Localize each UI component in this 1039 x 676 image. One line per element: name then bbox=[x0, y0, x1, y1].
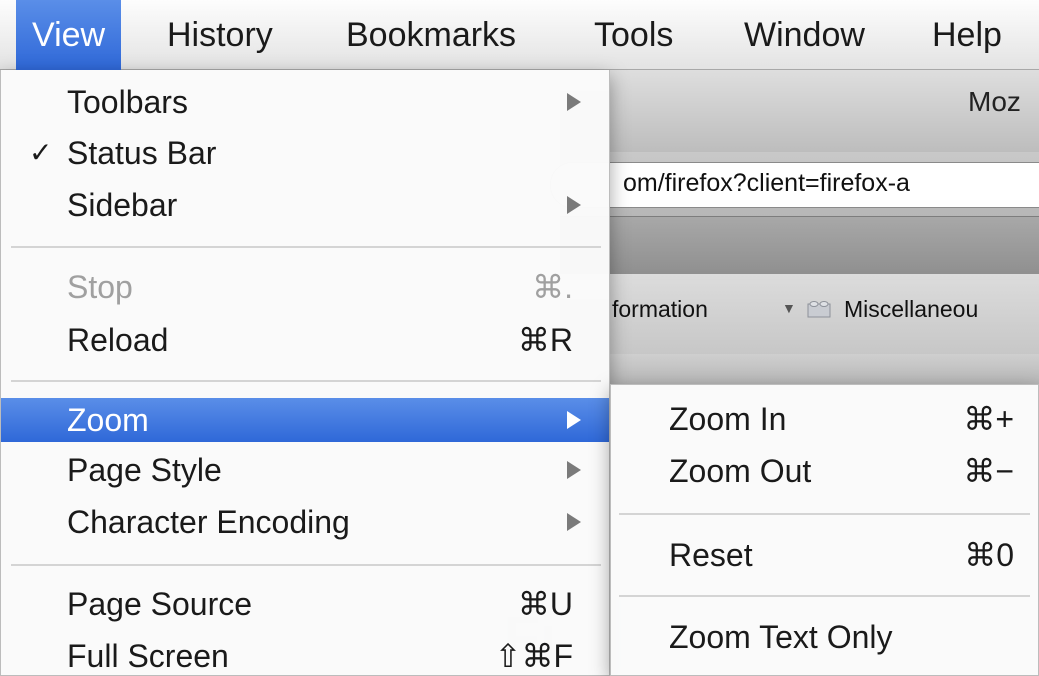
menu-item-zoom-out[interactable]: Zoom Out ⌘− bbox=[611, 451, 1038, 491]
view-menu: Toolbars ✓ Status Bar Sidebar Stop ⌘. Re… bbox=[0, 70, 610, 676]
lego-brick-icon bbox=[807, 301, 831, 318]
submenu-arrow-icon bbox=[567, 411, 581, 429]
menu-shortcut: ⌘0 bbox=[964, 537, 1014, 573]
menu-history[interactable]: History bbox=[151, 0, 289, 70]
menu-item-status-bar[interactable]: ✓ Status Bar bbox=[1, 133, 609, 173]
menu-item-label: Zoom In bbox=[669, 401, 787, 437]
checkmark-icon: ✓ bbox=[29, 137, 53, 168]
menu-item-character-encoding[interactable]: Character Encoding bbox=[1, 502, 609, 542]
menu-item-label: Zoom Text Only bbox=[669, 619, 893, 655]
menu-shortcut: ⌘− bbox=[963, 453, 1014, 489]
menu-shortcut: ⌘+ bbox=[963, 401, 1014, 437]
menu-shortcut: ⇧⌘F bbox=[494, 638, 573, 674]
menu-tools[interactable]: Tools bbox=[578, 0, 689, 70]
menu-item-zoom-text-only[interactable]: Zoom Text Only bbox=[611, 617, 1038, 657]
menu-item-label: Page Style bbox=[67, 452, 222, 488]
menu-item-label: Reload bbox=[67, 322, 169, 358]
submenu-arrow-icon bbox=[567, 461, 581, 479]
menu-item-label: Full Screen bbox=[67, 638, 229, 674]
menu-item-stop[interactable]: Stop ⌘. bbox=[1, 267, 609, 307]
menu-separator bbox=[11, 564, 601, 566]
menu-separator bbox=[619, 595, 1030, 597]
bookmarks-toolbar: formation ▼ Miscellaneou bbox=[560, 274, 1039, 355]
menu-view[interactable]: View bbox=[16, 0, 122, 70]
menu-bar: View History Bookmarks Tools Window Help bbox=[0, 0, 1039, 70]
menu-item-label: Stop bbox=[67, 269, 133, 305]
menu-item-sidebar[interactable]: Sidebar bbox=[1, 185, 609, 225]
window-title: Moz bbox=[968, 86, 1021, 117]
menu-item-zoom[interactable]: Zoom bbox=[1, 398, 609, 442]
url-text: om/firefox?client=firefox-a bbox=[623, 169, 910, 197]
menu-item-zoom-in[interactable]: Zoom In ⌘+ bbox=[611, 399, 1038, 439]
tab-strip bbox=[560, 216, 1039, 275]
submenu-arrow-icon bbox=[567, 513, 581, 531]
menu-separator bbox=[11, 246, 601, 248]
menu-separator bbox=[619, 513, 1030, 515]
bookmark-folder[interactable]: formation bbox=[612, 296, 708, 323]
menu-shortcut: ⌘U bbox=[517, 586, 573, 622]
menu-separator bbox=[11, 380, 601, 382]
submenu-arrow-icon bbox=[567, 196, 581, 214]
menu-shortcut: ⌘. bbox=[532, 269, 573, 305]
menu-item-page-style[interactable]: Page Style bbox=[1, 450, 609, 490]
menu-item-reload[interactable]: Reload ⌘R bbox=[1, 320, 609, 360]
window-titlebar: Moz bbox=[560, 70, 1039, 153]
chevron-down-icon: ▼ bbox=[782, 300, 796, 316]
menu-bookmarks[interactable]: Bookmarks bbox=[330, 0, 532, 70]
menu-item-full-screen[interactable]: Full Screen ⇧⌘F bbox=[1, 636, 609, 676]
menu-window[interactable]: Window bbox=[728, 0, 881, 70]
menu-item-label: Toolbars bbox=[67, 84, 188, 120]
menu-shortcut: ⌘R bbox=[517, 322, 573, 358]
url-field[interactable]: om/firefox?client=firefox-a bbox=[550, 162, 1039, 208]
menu-item-label: Sidebar bbox=[67, 187, 178, 223]
bookmark-folder[interactable]: Miscellaneou bbox=[844, 296, 978, 323]
menu-help[interactable]: Help bbox=[916, 0, 1018, 70]
zoom-submenu: Zoom In ⌘+ Zoom Out ⌘− Reset ⌘0 Zoom Tex… bbox=[610, 384, 1039, 676]
submenu-arrow-icon bbox=[567, 93, 581, 111]
menu-item-label: Zoom bbox=[67, 402, 149, 438]
menu-item-label: Character Encoding bbox=[67, 504, 350, 540]
navigation-toolbar: om/firefox?client=firefox-a bbox=[550, 152, 1039, 216]
menu-item-toolbars[interactable]: Toolbars bbox=[1, 82, 609, 122]
menu-item-label: Page Source bbox=[67, 586, 253, 622]
menu-item-label: Zoom Out bbox=[669, 453, 812, 489]
menu-item-label: Reset bbox=[669, 537, 753, 573]
menu-item-page-source[interactable]: Page Source ⌘U bbox=[1, 584, 609, 624]
menu-item-reset[interactable]: Reset ⌘0 bbox=[611, 535, 1038, 575]
menu-item-label: Status Bar bbox=[67, 135, 217, 171]
